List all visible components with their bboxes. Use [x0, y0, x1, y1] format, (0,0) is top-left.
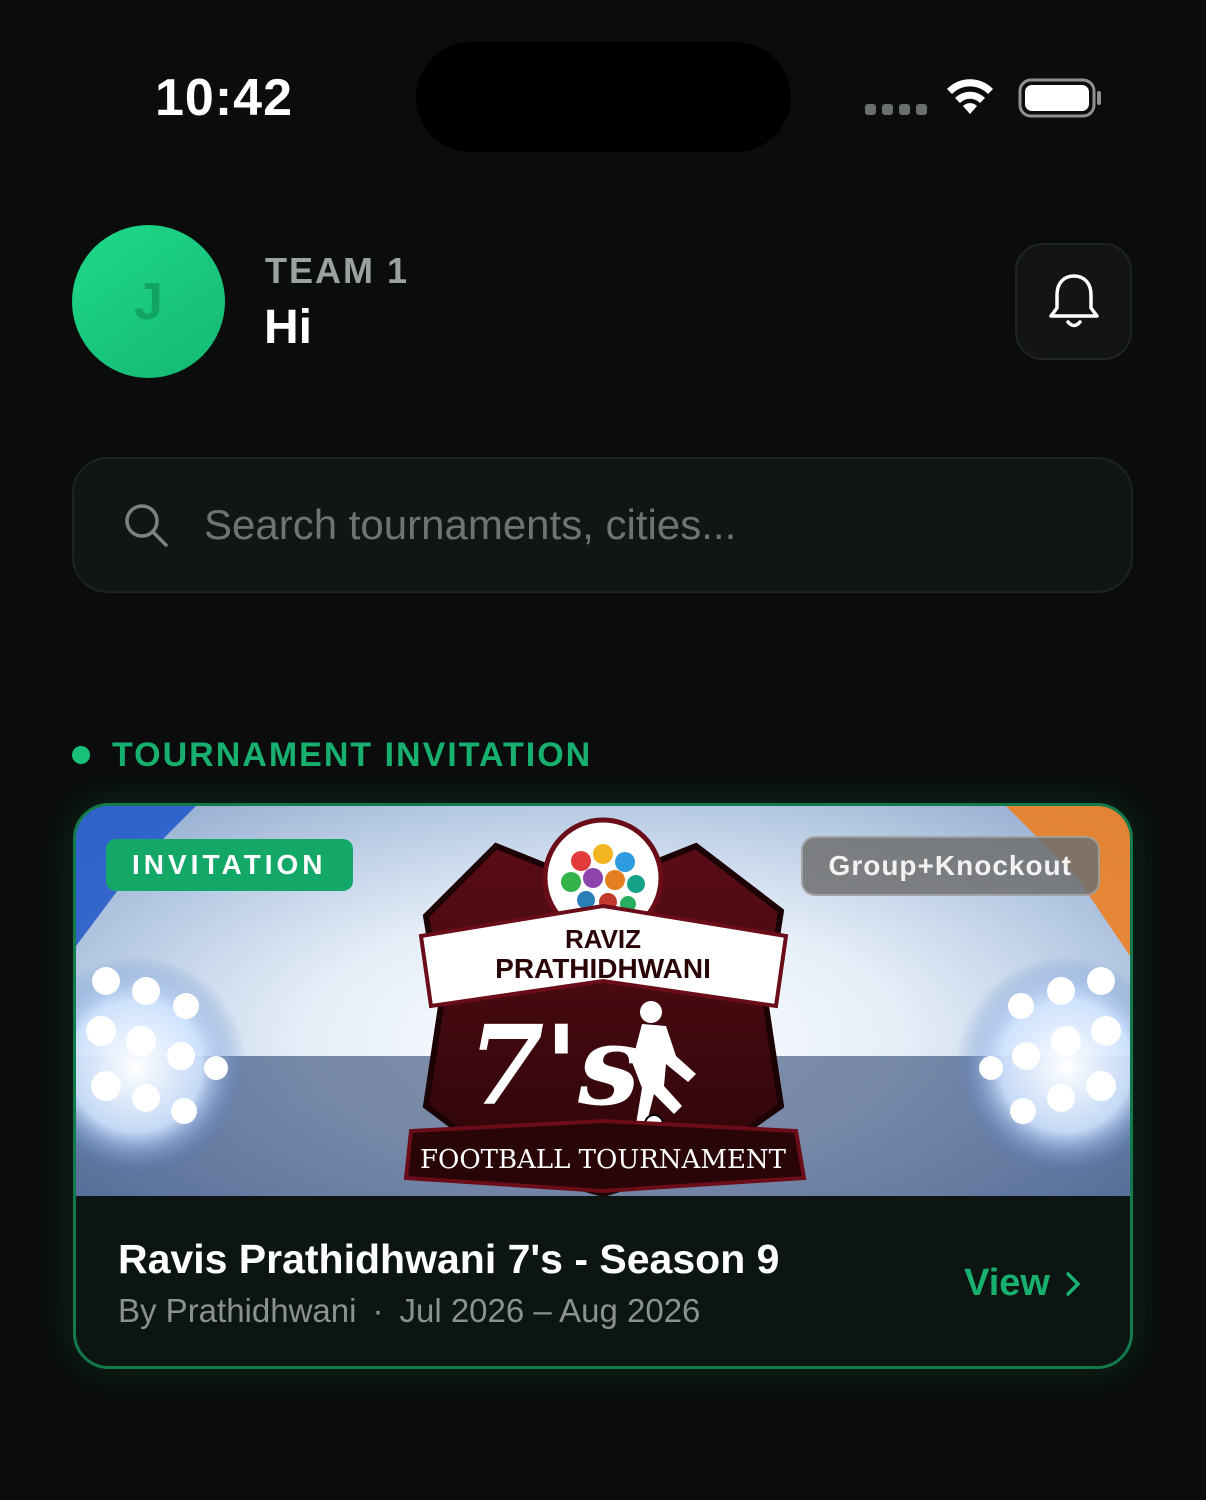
tournament-dates: Jul 2026 – Aug 2026	[399, 1292, 701, 1329]
bell-icon	[1048, 273, 1099, 327]
invitation-badge: INVITATION	[106, 839, 353, 891]
banner-line1: RAVIZ	[565, 924, 641, 954]
tournament-title: Ravis Prathidhwani 7's - Season 9	[118, 1236, 780, 1282]
banner-line2: PRATHIDHWANI	[495, 953, 711, 984]
avatar-initial: J	[134, 272, 163, 331]
wifi-icon	[947, 79, 993, 114]
search-bar[interactable]	[72, 457, 1133, 593]
organizer: By Prathidhwani	[118, 1292, 357, 1329]
greeting: Hi	[264, 301, 312, 354]
view-label: View	[964, 1262, 1050, 1304]
banner-logo: 7's	[468, 1001, 640, 1130]
section-title: TOURNAMENT INVITATION	[112, 736, 593, 774]
tournament-meta: By Prathidhwani · Jul 2026 – Aug 2026	[118, 1292, 700, 1330]
battery-icon	[1018, 78, 1101, 118]
avatar[interactable]: J	[72, 225, 225, 378]
notifications-button[interactable]	[1015, 243, 1132, 360]
dynamic-island	[416, 42, 791, 152]
format-badge: Group+Knockout	[800, 836, 1100, 896]
meta-separator: ·	[372, 1292, 384, 1329]
cellular-signal-icon	[865, 104, 927, 115]
chevron-right-icon	[1066, 1271, 1080, 1296]
banner-ribbon: FOOTBALL TOURNAMENT	[420, 1145, 787, 1175]
section-dot	[72, 746, 90, 764]
tournament-banner: RAVIZ PRATHIDHWANI 7's FOOTBALL TOURNAME…	[76, 806, 1130, 1196]
search-icon	[125, 504, 168, 547]
view-button[interactable]: View	[964, 1262, 1082, 1305]
card-body: Ravis Prathidhwani 7's - Season 9 By Pra…	[76, 1196, 1130, 1366]
search-input[interactable]	[202, 500, 1131, 550]
team-name: TEAM 1	[265, 250, 410, 291]
status-time: 10:42	[155, 69, 293, 127]
tournament-card[interactable]: RAVIZ PRATHIDHWANI 7's FOOTBALL TOURNAME…	[73, 803, 1133, 1369]
